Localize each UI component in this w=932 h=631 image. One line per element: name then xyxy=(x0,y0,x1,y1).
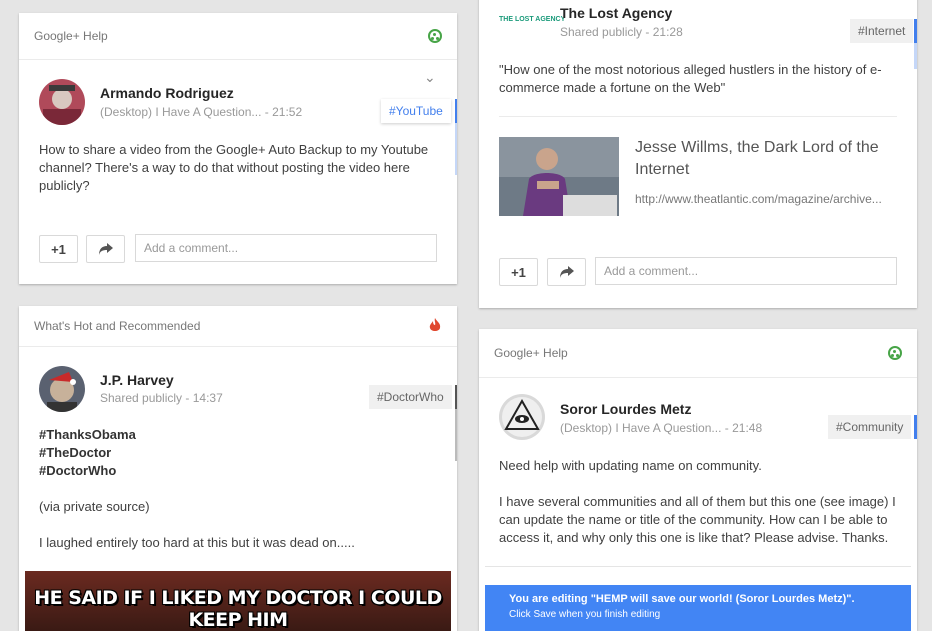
post-body: How to share a video from the Google+ Au… xyxy=(39,142,429,193)
hashtag-community[interactable]: #Community xyxy=(828,415,912,439)
author-name[interactable]: Armando Rodriguez xyxy=(100,85,234,101)
screenshot-image[interactable]: You are editing "HEMP will save our worl… xyxy=(485,566,911,631)
post-meta: Shared publicly - 21:28 xyxy=(560,25,683,39)
banner-subtitle: Click Save when you finish editing xyxy=(509,609,661,620)
community-icon xyxy=(888,346,902,360)
post-time[interactable]: 21:48 xyxy=(732,421,762,435)
post-card-soror: Google+ Help Soror Lourdes Metz (Desktop… xyxy=(479,329,917,631)
share-button[interactable] xyxy=(86,235,125,263)
comment-input[interactable]: Add a comment... xyxy=(595,257,897,285)
post-source[interactable]: (Desktop) I Have A Question... xyxy=(100,105,261,119)
post-quote: "How one of the most notorious alleged h… xyxy=(499,62,882,95)
post-card-jp-harvey: What's Hot and Recommended J.P. Harvey S… xyxy=(19,306,457,631)
link-title[interactable]: Jesse Willms, the Dark Lord of the Inter… xyxy=(635,137,895,181)
meta-separator: - xyxy=(724,421,733,435)
meme-image[interactable]: HE SAID IF I LIKED MY DOCTOR I COULD KEE… xyxy=(25,571,451,631)
post-card-lost-agency: THE LOST AGENCY The Lost Agency Shared p… xyxy=(479,0,917,308)
hashtag-indicator xyxy=(455,99,457,123)
stream-name[interactable]: What's Hot and Recommended xyxy=(34,319,200,333)
via-text: (via private source) xyxy=(39,499,150,514)
author-name[interactable]: Soror Lourdes Metz xyxy=(560,401,691,417)
avatar[interactable] xyxy=(39,366,85,412)
post-source[interactable]: Shared publicly xyxy=(560,25,642,39)
post-source[interactable]: (Desktop) I Have A Question... xyxy=(560,421,721,435)
hashtag-indicator-light xyxy=(455,123,457,175)
avatar[interactable] xyxy=(39,79,85,125)
comment-input[interactable]: Add a comment... xyxy=(135,234,437,262)
post-time[interactable]: 14:37 xyxy=(193,391,223,405)
hashtag-indicator xyxy=(914,19,917,43)
post-meta: (Desktop) I Have A Question... - 21:48 xyxy=(560,421,762,435)
post-time[interactable]: 21:28 xyxy=(653,25,683,39)
hashtag-youtube[interactable]: #YouTube xyxy=(381,99,451,123)
post-source[interactable]: Shared publicly xyxy=(100,391,182,405)
card-header: Google+ Help xyxy=(479,329,917,378)
hashtag-indicator-light xyxy=(914,43,917,69)
card-header: Google+ Help xyxy=(19,13,457,60)
share-icon xyxy=(559,266,574,278)
plus-one-button[interactable]: +1 xyxy=(499,258,538,286)
flame-icon xyxy=(428,317,442,336)
post-body: I have several communities and all of th… xyxy=(499,494,896,545)
meta-separator: - xyxy=(185,391,193,405)
hashtag-indicator-light xyxy=(455,409,457,461)
hashtag-indicator xyxy=(914,415,917,439)
tag-link[interactable]: #TheDoctor xyxy=(39,444,136,462)
chevron-down-icon[interactable]: ⌄ xyxy=(424,69,436,86)
post-meta: (Desktop) I Have A Question... - 21:52 xyxy=(100,105,302,119)
divider xyxy=(499,116,897,117)
hashtag-indicator xyxy=(455,385,457,409)
post-meta: Shared publicly - 14:37 xyxy=(100,391,223,405)
avatar[interactable] xyxy=(499,394,545,440)
post-body: I laughed entirely too hard at this but … xyxy=(39,535,355,550)
avatar-logo[interactable]: THE LOST AGENCY xyxy=(499,13,565,27)
community-name[interactable]: Google+ Help xyxy=(34,29,108,43)
meme-caption: HE SAID IF I LIKED MY DOCTOR I COULD KEE… xyxy=(34,587,442,631)
author-name[interactable]: The Lost Agency xyxy=(560,5,672,21)
community-name[interactable]: Google+ Help xyxy=(494,346,568,360)
share-button[interactable] xyxy=(547,258,586,286)
card-header: What's Hot and Recommended xyxy=(19,306,457,347)
post-card-armando: Google+ Help ⌄ Armando Rodriguez (Deskto… xyxy=(19,13,457,284)
plus-one-button[interactable]: +1 xyxy=(39,235,78,263)
tag-link[interactable]: #DoctorWho xyxy=(39,462,136,480)
share-icon xyxy=(98,243,113,255)
hashtag-doctorwho[interactable]: #DoctorWho xyxy=(369,385,452,409)
author-name[interactable]: J.P. Harvey xyxy=(100,372,174,388)
hashtag-internet[interactable]: #Internet xyxy=(850,19,914,43)
tag-link[interactable]: #ThanksObama xyxy=(39,426,136,444)
logo-text: THE LOST AGENCY xyxy=(499,16,566,23)
tag-list: #ThanksObama #TheDoctor #DoctorWho xyxy=(39,426,136,480)
editing-banner: You are editing "HEMP will save our worl… xyxy=(485,585,911,631)
meta-separator: - xyxy=(264,105,273,119)
banner-title: You are editing "HEMP will save our worl… xyxy=(509,593,855,605)
link-url[interactable]: http://www.theatlantic.com/magazine/arch… xyxy=(635,192,897,206)
post-body-intro: Need help with updating name on communit… xyxy=(499,458,762,473)
community-icon xyxy=(428,29,442,43)
meta-separator: - xyxy=(645,25,653,39)
link-thumbnail[interactable] xyxy=(499,137,619,216)
post-time[interactable]: 21:52 xyxy=(272,105,302,119)
